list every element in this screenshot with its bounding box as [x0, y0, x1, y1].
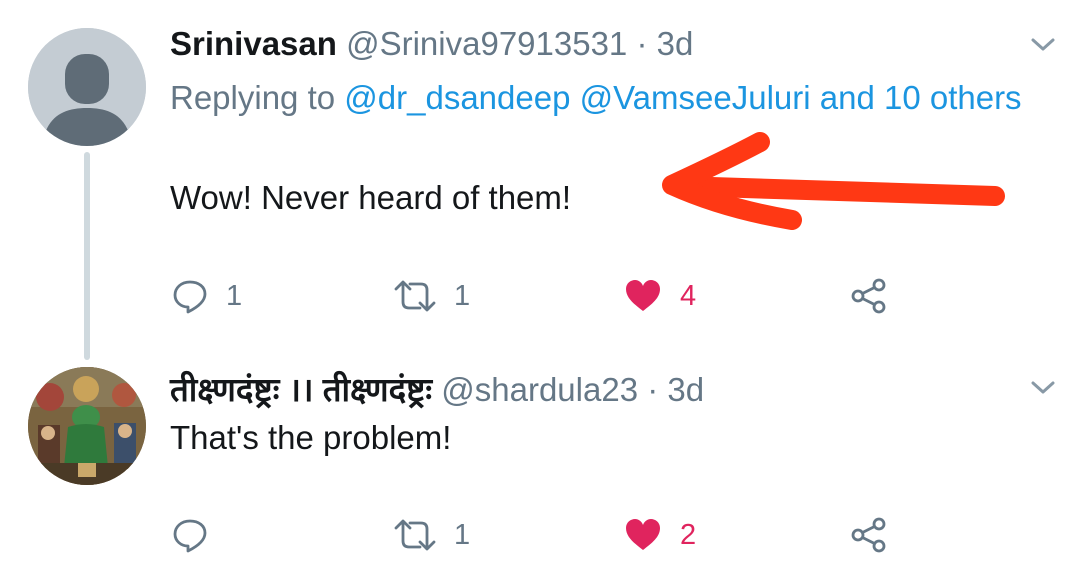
- timestamp[interactable]: 3d: [657, 25, 694, 62]
- display-name[interactable]: तीक्ष्णदंष्ट्रः ।। तीक्ष्णदंष्ट्रः: [170, 371, 432, 408]
- reply-button[interactable]: 1: [172, 278, 242, 314]
- reply-icon: [173, 280, 207, 314]
- tweet-header: तीक्ष्णदंष्ट्रः ।। तीक्ष्णदंष्ट्रः @shar…: [170, 370, 704, 410]
- replying-mentions-link[interactable]: @dr_dsandeep @VamseeJuluri and 10 others: [344, 79, 1021, 116]
- reply-icon: [173, 519, 207, 553]
- replying-prefix: Replying to: [170, 79, 345, 116]
- share-button[interactable]: [850, 517, 888, 553]
- handle[interactable]: @Sriniva97913531: [346, 25, 627, 62]
- painting-avatar-image: [28, 367, 146, 485]
- tweet-header: Srinivasan @Sriniva97913531 · 3d: [170, 24, 693, 64]
- thread-line: [84, 152, 90, 360]
- avatar[interactable]: [28, 367, 146, 485]
- heart-filled-icon: [626, 280, 660, 311]
- share-button[interactable]: [850, 278, 888, 314]
- handle[interactable]: @shardula23: [441, 371, 638, 408]
- tweet-menu-button[interactable]: [1030, 32, 1056, 58]
- tweet-text: Wow! Never heard of them!: [170, 179, 572, 216]
- retweet-count: 1: [454, 519, 471, 551]
- separator-dot: ·: [636, 25, 648, 62]
- chevron-down-icon: [1031, 38, 1055, 51]
- share-icon: [851, 517, 886, 553]
- display-name[interactable]: Srinivasan: [170, 25, 337, 62]
- retweet-button[interactable]: 1: [394, 517, 470, 553]
- tweet-text: That's the problem!: [170, 419, 452, 456]
- retweet-icon: [394, 280, 436, 312]
- like-button[interactable]: 4: [624, 278, 696, 314]
- default-profile-icon: [28, 28, 146, 146]
- like-button[interactable]: 2: [624, 517, 696, 553]
- reply-button[interactable]: [172, 517, 226, 553]
- retweet-count: 1: [454, 280, 471, 312]
- like-count: 2: [680, 519, 697, 551]
- replying-to: Replying to @dr_dsandeep @VamseeJuluri a…: [170, 74, 1030, 122]
- retweet-button[interactable]: 1: [394, 278, 470, 314]
- tweet[interactable]: Srinivasan @Sriniva97913531 · 3d Replyin…: [0, 0, 1080, 360]
- tweet-menu-button[interactable]: [1030, 375, 1056, 401]
- reply-count: 1: [226, 280, 243, 312]
- chevron-down-icon: [1031, 381, 1055, 394]
- share-icon: [851, 278, 886, 314]
- like-count: 4: [680, 280, 697, 312]
- tweet[interactable]: तीक्ष्णदंष्ट्रः ।। तीक्ष्णदंष्ट्रः @shar…: [0, 350, 1080, 585]
- retweet-icon: [394, 519, 436, 551]
- separator-dot: ·: [647, 371, 659, 408]
- avatar[interactable]: [28, 28, 146, 146]
- heart-filled-icon: [626, 519, 660, 550]
- timestamp[interactable]: 3d: [667, 371, 704, 408]
